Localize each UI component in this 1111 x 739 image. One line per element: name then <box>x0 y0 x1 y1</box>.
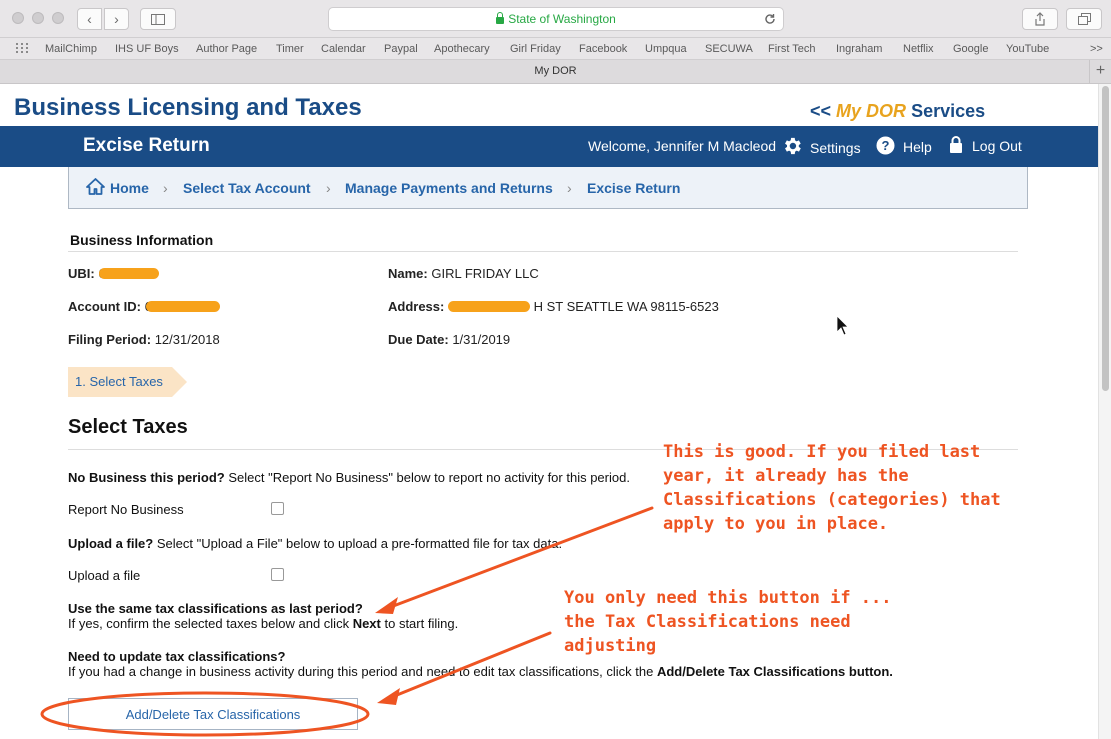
mouse-cursor-icon <box>836 315 849 336</box>
annotation-arrowhead-2 <box>377 688 400 705</box>
annotation-arrows <box>40 315 849 737</box>
annotation-circle <box>40 691 370 737</box>
annotation-arrow-2 <box>390 631 552 699</box>
annotation-arrowhead-1 <box>375 597 398 614</box>
annotation-arrow-1 <box>386 506 654 610</box>
